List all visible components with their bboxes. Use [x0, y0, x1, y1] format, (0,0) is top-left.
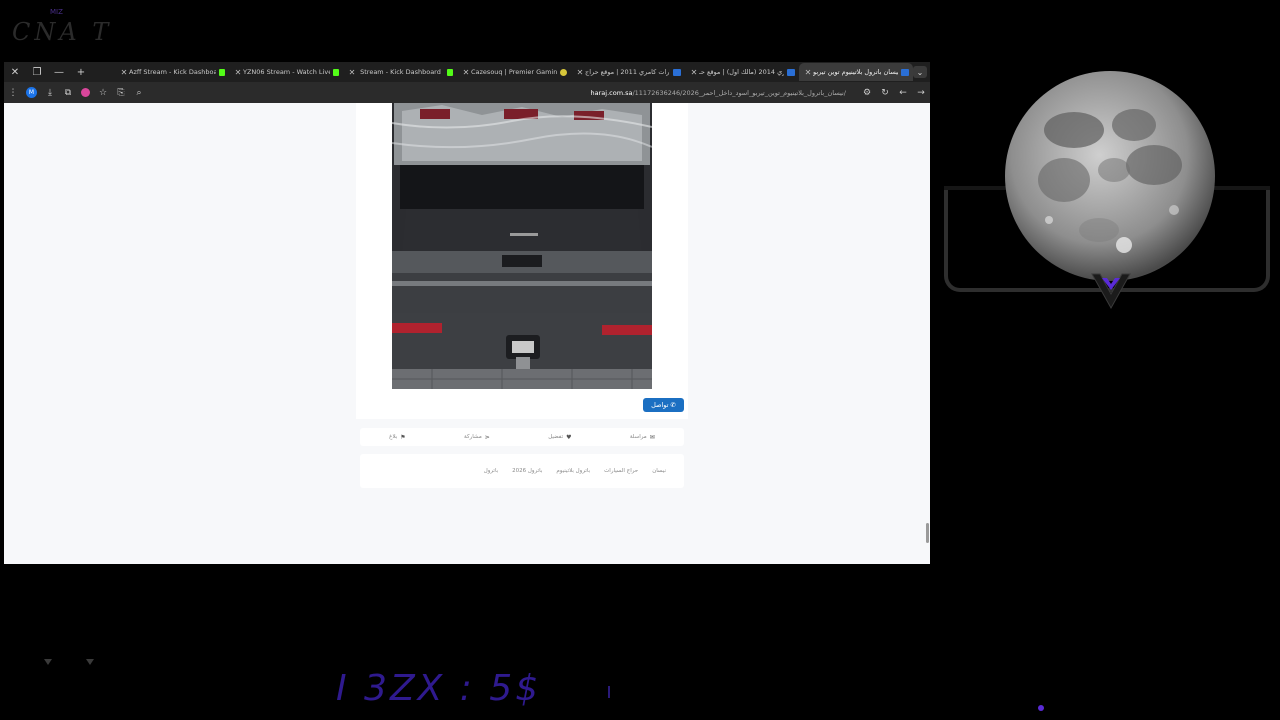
post-photo[interactable] — [392, 103, 652, 389]
close-icon[interactable]: ✕ — [689, 68, 699, 77]
haraj-icon — [673, 68, 681, 76]
message-action[interactable]: ✉ مراسلة — [630, 434, 655, 441]
extensions-icon[interactable]: ⧉ — [59, 84, 77, 102]
install-app-icon[interactable]: ⎘ — [112, 84, 130, 102]
menu-icon[interactable]: ⋮ — [4, 84, 22, 102]
overlay-bottom-text: I 3ZX : 5$ — [336, 668, 542, 709]
stream-logo: MIZ CNA T — [8, 6, 118, 46]
kick-icon — [447, 68, 453, 76]
flag-icon: ⚑ — [400, 433, 406, 441]
tab-title: Cazesouq | Premier Gaming Hu — [471, 68, 557, 76]
tag-link[interactable]: حراج السيارات — [604, 468, 638, 474]
tag-link[interactable]: باترول — [484, 468, 498, 474]
page-viewport: ✆ تواصل ✉ مراسلة ♥ تفضيل ⋖ مشاركة ⚑ بلاغ… — [4, 103, 930, 564]
report-action[interactable]: ⚑ بلاغ — [389, 434, 406, 441]
close-icon[interactable]: ✕ — [461, 68, 471, 77]
gear-icon — [560, 68, 567, 76]
post-card: ✆ تواصل — [356, 103, 688, 419]
restore-window-button[interactable]: ❐ — [26, 62, 48, 82]
stream-logo-small-text: MIZ — [50, 8, 63, 16]
profile-avatar[interactable]: M — [26, 87, 37, 98]
report-label: بلاغ — [389, 434, 398, 440]
tab-haraj-camry-2014[interactable]: ✕ كامري 2014 (مالك اول) | موقع حـ — [685, 63, 799, 81]
message-label: مراسلة — [629, 434, 647, 440]
share-action[interactable]: ⋖ مشاركة — [464, 434, 490, 441]
moon-image — [1005, 71, 1215, 281]
stream-screen: MIZ CNA T ✕ ❐ — + ✕ نيسان باترول بلاتيني… — [0, 0, 1280, 720]
tab-strip: ✕ نيسان باترول بلاتينيوم توين تيربو ✕ كا… — [92, 62, 913, 82]
envelope-icon: ✉ — [649, 433, 655, 441]
tab-title: كامري 2014 (مالك اول) | موقع حـ — [699, 68, 784, 76]
tab-title: Azff Stream - Kick Dashboard — [129, 68, 216, 76]
tab-search-button[interactable]: ⌄ — [913, 66, 927, 78]
car-trunk-image — [392, 103, 652, 389]
browser-window: ✕ ❐ — + ✕ نيسان باترول بلاتينيوم توين تي… — [4, 62, 930, 564]
kick-icon — [219, 68, 225, 76]
tab-title: YZN06 Stream - Watch Live on — [243, 68, 330, 76]
url-text: haraj.com.sa/11172636246/2026_نيسان_باتر… — [590, 88, 846, 97]
channel-emblem-icon — [1091, 273, 1131, 310]
overlay-dot — [1038, 705, 1044, 711]
bookmark-star-icon[interactable]: ☆ — [94, 84, 112, 102]
tab-azff-dashboard[interactable]: ✕ Azff Stream - Kick Dashboard — [115, 63, 229, 81]
favorite-label: تفضيل — [548, 434, 564, 440]
tab-title: نيسان باترول بلاتينيوم توين تيربو — [813, 68, 898, 76]
tab-cazesouq[interactable]: ✕ Cazesouq | Premier Gaming Hu — [457, 63, 571, 81]
page-scrollbar[interactable] — [926, 523, 929, 543]
close-icon[interactable]: ✕ — [233, 68, 243, 77]
close-icon[interactable]: ✕ — [347, 68, 357, 77]
close-window-button[interactable]: ✕ — [4, 62, 26, 82]
favorite-action[interactable]: ♥ تفضيل — [548, 434, 571, 441]
reload-icon[interactable]: ↻ — [876, 84, 894, 102]
back-icon[interactable]: ← — [894, 84, 912, 102]
tag-link[interactable]: باترول 2026 — [512, 468, 542, 474]
site-settings-icon[interactable]: ⚙ — [858, 84, 876, 102]
tab-yzn06-stream[interactable]: ✕ YZN06 Stream - Watch Live on — [229, 63, 343, 81]
stream-logo-text: CNA T — [12, 18, 113, 46]
contact-button[interactable]: ✆ تواصل — [643, 398, 684, 412]
tab-title: سيارات كامري 2011 | موقع حراج — [585, 68, 670, 76]
tag-link[interactable]: نيسان — [652, 468, 666, 474]
address-bar[interactable]: haraj.com.sa/11172636246/2026_نيسان_باتر… — [154, 85, 852, 101]
overlay-marker — [44, 659, 52, 665]
contact-label: تواصل — [651, 401, 669, 409]
post-actions-bar: ✉ مراسلة ♥ تفضيل ⋖ مشاركة ⚑ بلاغ — [360, 428, 684, 446]
extension-icon[interactable] — [81, 88, 90, 97]
tab-haraj-patrol[interactable]: ✕ نيسان باترول بلاتينيوم توين تيربو — [799, 63, 913, 81]
tag-link[interactable]: باترول بلاتينيوم — [556, 468, 590, 474]
minimize-window-button[interactable]: — — [48, 62, 70, 82]
tab-haraj-camry-2011[interactable]: ✕ سيارات كامري 2011 | موقع حراج — [571, 63, 685, 81]
close-icon[interactable]: ✕ — [575, 68, 585, 77]
tab-kick-dashboard[interactable]: ✕ Stream - Kick Dashboard — [343, 63, 457, 81]
tab-title: Stream - Kick Dashboard — [360, 68, 441, 76]
kick-icon — [333, 68, 339, 76]
share-label: مشاركة — [464, 434, 482, 440]
haraj-icon — [787, 68, 795, 76]
chat-icon: ✆ — [670, 401, 676, 409]
overlay-tick — [608, 686, 610, 698]
post-tags-bar: نيسان حراج السيارات باترول بلاتينيوم بات… — [360, 454, 684, 488]
forward-icon[interactable]: → — [912, 84, 930, 102]
tab-bar: ✕ ❐ — + ✕ نيسان باترول بلاتينيوم توين تي… — [4, 62, 930, 82]
haraj-icon — [901, 68, 909, 76]
heart-icon: ♥ — [566, 433, 572, 441]
new-tab-button[interactable]: + — [70, 62, 92, 82]
close-icon[interactable]: ✕ — [803, 68, 813, 77]
search-icon[interactable]: ⌕ — [130, 84, 148, 102]
share-icon: ⋖ — [484, 433, 490, 441]
download-icon[interactable]: ⤓ — [41, 84, 59, 102]
browser-toolbar: ⋮ M ⤓ ⧉ ☆ ⎘ ⌕ haraj.com.sa/11172636246/2… — [4, 82, 930, 103]
close-icon[interactable]: ✕ — [119, 68, 129, 77]
overlay-marker — [86, 659, 94, 665]
